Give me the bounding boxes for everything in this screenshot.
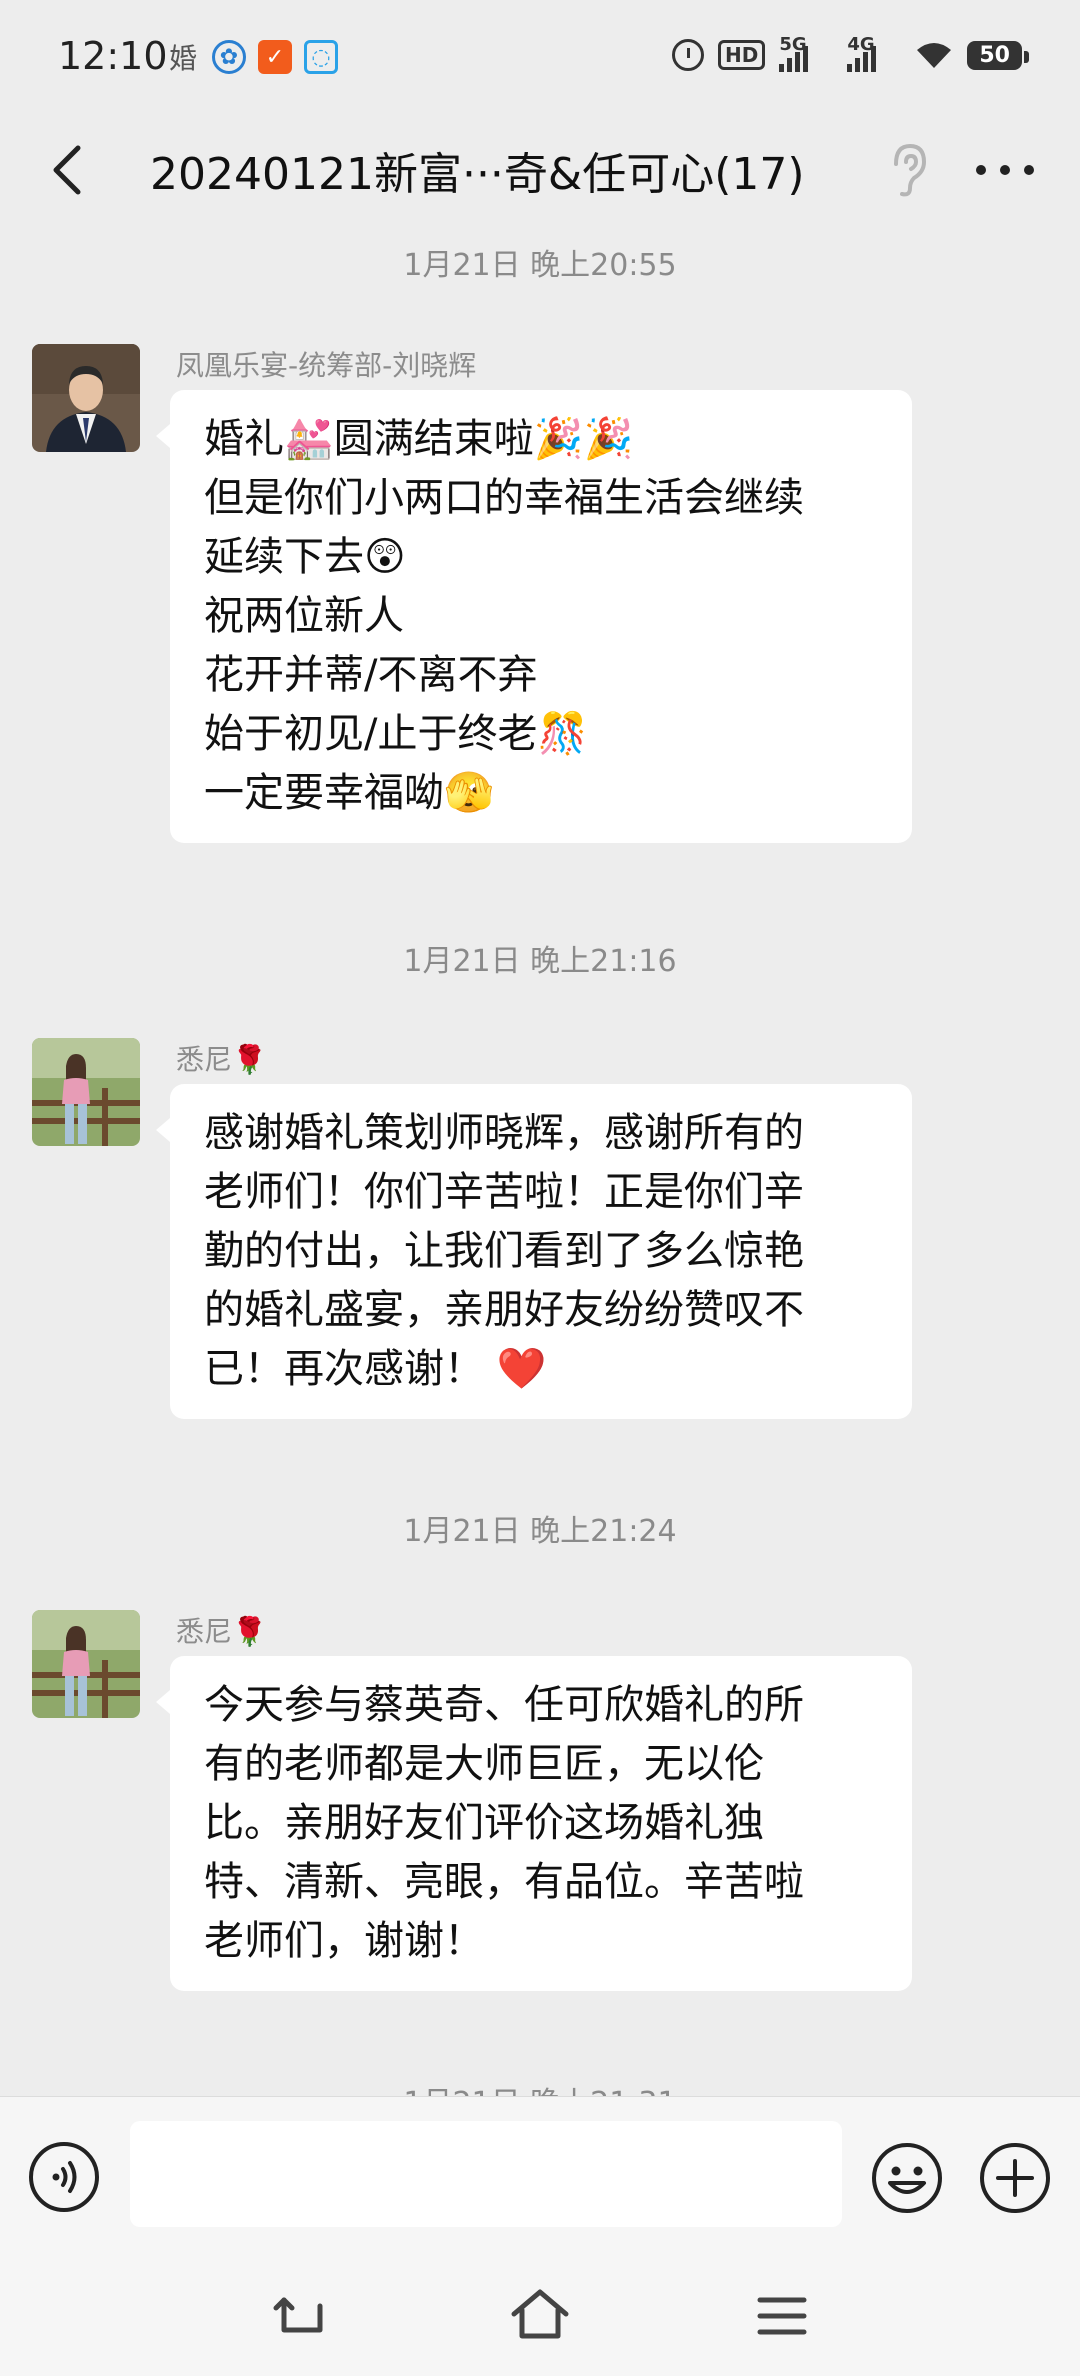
- message-line: 勤的付出，让我们看到了多么惊艳: [204, 1228, 804, 1274]
- plus-icon[interactable]: [978, 2141, 1052, 2215]
- avatar[interactable]: [32, 344, 140, 452]
- message-bubble[interactable]: 今天参与蔡英奇、任可欣婚礼的所 有的老师都是大师巨匠，无以伦 比。亲朋好友们评价…: [156, 1656, 912, 1991]
- ear-icon[interactable]: [880, 140, 936, 200]
- message-app-icon: ◌: [304, 40, 338, 74]
- message-timestamp: 1月21日 晚上21:16: [403, 944, 677, 979]
- bank-app-icon: ✿: [212, 40, 246, 74]
- nav-back-icon[interactable]: [268, 2286, 328, 2346]
- message-line: 的婚礼盛宴，亲朋好友纷纷赞叹不: [204, 1287, 804, 1333]
- message-line: 花开并蒂/不离不弃: [204, 652, 538, 698]
- message-bubble[interactable]: 婚礼💒圆满结束啦🎉🎉 但是你们小两口的幸福生活会继续 延续下去😲 祝两位新人 花…: [156, 390, 912, 843]
- message-line: 老师们，谢谢！: [204, 1918, 484, 1964]
- wedding-app-icon: 婚: [168, 42, 197, 75]
- chat-messages[interactable]: 1月21日 晚上20:55 凤凰乐宴-统筹部-刘晓辉 婚礼💒圆满结束啦🎉🎉 但是…: [0, 230, 1080, 2096]
- message-line: 已！再次感谢！ ❤️: [204, 1346, 547, 1392]
- sender-name: 悉尼🌹: [176, 1615, 267, 1648]
- alarm-icon: [672, 39, 705, 71]
- avatar[interactable]: [32, 1610, 140, 1718]
- message-line: 今天参与蔡英奇、任可欣婚礼的所: [204, 1682, 804, 1728]
- sender-name: 悉尼🌹: [176, 1043, 267, 1076]
- message-line: 老师们！你们辛苦啦！正是你们辛: [204, 1169, 804, 1215]
- chat-header: 20240121新富···奇&任可心(17): [0, 112, 1080, 230]
- system-nav-bar: [0, 2260, 1080, 2376]
- notification-icons: 婚 ✿ ✓ ◌: [166, 40, 338, 75]
- more-icon[interactable]: [972, 142, 1038, 198]
- signal-5g-icon: 5G: [779, 34, 833, 72]
- wifi-icon: [915, 40, 953, 70]
- signal-4g-icon: 4G: [847, 34, 901, 72]
- emoji-icon[interactable]: [870, 2141, 944, 2215]
- message-line: 始于初见/止于终老🎊: [204, 711, 588, 757]
- status-time: 12:10: [58, 34, 168, 78]
- input-bar: [0, 2096, 1080, 2261]
- sender-name: 凤凰乐宴-统筹部-刘晓辉: [176, 349, 477, 382]
- avatar[interactable]: [32, 1038, 140, 1146]
- message-line: 特、清新、亮眼，有品位。辛苦啦: [204, 1859, 804, 1905]
- avatar-man-suit-icon: [32, 344, 140, 452]
- shopping-app-icon: ✓: [258, 40, 292, 74]
- status-bar: 12:10 婚 ✿ ✓ ◌ HD 5G 4G 50: [0, 0, 1080, 112]
- message-line: 一定要幸福呦🫣: [204, 770, 494, 816]
- system-status: HD 5G 4G 50: [672, 34, 1029, 72]
- message-input[interactable]: [130, 2121, 842, 2227]
- message-timestamp: 1月21日 晚上20:55: [403, 248, 677, 283]
- message-line: 婚礼💒圆满结束啦🎉🎉: [204, 416, 634, 462]
- message-bubble[interactable]: 感谢婚礼策划师晓辉，感谢所有的 老师们！你们辛苦啦！正是你们辛 勤的付出，让我们…: [156, 1084, 912, 1419]
- chat-title: 20240121新富···奇&任可心(17): [150, 149, 805, 200]
- message-line: 感谢婚礼策划师晓辉，感谢所有的: [204, 1110, 804, 1156]
- nav-home-icon[interactable]: [508, 2284, 572, 2348]
- nav-menu-icon[interactable]: [752, 2286, 812, 2346]
- voice-icon[interactable]: [28, 2141, 100, 2213]
- back-arrow-icon[interactable]: [40, 140, 100, 200]
- battery-icon: 50: [967, 40, 1029, 70]
- message-line: 有的老师都是大师巨匠，无以伦: [204, 1741, 764, 1787]
- message-timestamp: 1月21日 晚上21:24: [403, 1514, 677, 1549]
- message-line: 延续下去😲: [204, 534, 406, 580]
- message-line: 比。亲朋好友们评价这场婚礼独: [204, 1800, 764, 1846]
- hd-icon: HD: [718, 40, 766, 70]
- message-line: 祝两位新人: [204, 593, 404, 639]
- message-timestamp: 1月21日 晚上21:31: [0, 2078, 1080, 2096]
- avatar-woman-outdoor-icon: [32, 1610, 140, 1718]
- avatar-woman-outdoor-icon: [32, 1038, 140, 1146]
- message-line: 但是你们小两口的幸福生活会继续: [204, 475, 804, 521]
